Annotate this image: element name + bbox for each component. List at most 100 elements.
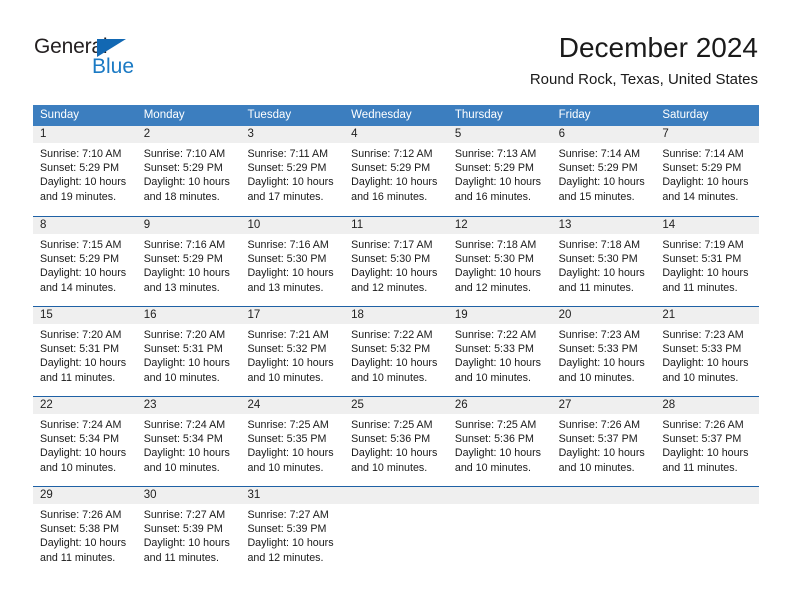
daylight-line-2: and 10 minutes. [662,371,739,384]
day-cell[interactable]: 9 Sunrise: 7:16 AM Sunset: 5:29 PM Daylight… [136,217,241,306]
day-number: 1 [33,126,137,143]
day-cell[interactable]: 12 Sunrise: 7:18 AM Sunset: 5:30 PM Dayligh… [447,217,552,306]
sunset-line: Sunset: 5:29 PM [351,162,431,175]
sunrise-line: Sunrise: 7:10 AM [143,148,226,160]
day-number: 19 [447,307,552,324]
sunset-line: Sunset: 5:29 PM [143,162,223,175]
day-cell[interactable]: 3 Sunrise: 7:11 AM Sunset: 5:29 PM Daylight… [240,126,345,216]
daylight-line-2: and 10 minutes. [351,371,428,384]
day-number: 31 [240,487,345,504]
day-cell[interactable]: 30 Sunrise: 7:27 AM Sunset: 5:39 PM Dayligh… [136,487,241,576]
sunrise-line: Sunrise: 7:23 AM [558,329,640,341]
daylight-line-1: Daylight: 10 hours [558,357,645,370]
sunset-line: Sunset: 5:36 PM [351,433,431,446]
day-cell[interactable]: 29 Sunrise: 7:26 AM Sunset: 5:38 PM Dayligh… [33,487,137,576]
daylight-line-2: and 12 minutes. [454,281,531,294]
sunrise-line: Sunrise: 7:18 AM [454,239,537,251]
daylight-line-2: and 15 minutes. [558,190,635,203]
day-details: Sunrise: 7:26 AM Sunset: 5:37 PM Daylight:… [655,414,759,475]
day-cell[interactable]: 1 Sunrise: 7:10 AM Sunset: 5:29 PM Daylight… [33,126,137,216]
sunrise-line: Sunrise: 7:14 AM [558,148,640,160]
daylight-line-1: Daylight: 10 hours [143,176,230,189]
weekday-header-row: Sunday Monday Tuesday Wednesday Thursday Frid… [33,105,759,126]
sunset-line: Sunset: 5:29 PM [143,253,223,266]
day-cell[interactable]: 22 Sunrise: 7:24 AM Sunset: 5:34 PM Dayligh… [33,397,137,486]
day-cell[interactable]: 6 Sunrise: 7:14 AM Sunset: 5:29 PM Daylight… [551,126,656,216]
day-details: Sunrise: 7:12 AM Sunset: 5:29 PM Daylight:… [344,143,448,204]
day-number: 23 [136,397,241,414]
day-cell[interactable]: 2 Sunrise: 7:10 AM Sunset: 5:29 PM Daylight… [136,126,241,216]
day-cell[interactable]: 11 Sunrise: 7:17 AM Sunset: 5:30 PM Dayligh… [344,217,448,306]
sunrise-line: Sunrise: 7:12 AM [351,148,433,160]
daylight-line-2: and 11 minutes. [40,371,116,384]
day-cell[interactable]: 19 Sunrise: 7:22 AM Sunset: 5:33 PM Dayligh… [447,307,552,396]
day-cell[interactable]: 24 Sunrise: 7:25 AM Sunset: 5:35 PM Dayligh… [240,397,345,486]
daylight-line-1: Daylight: 10 hours [558,447,645,460]
daylight-line-2: and 11 minutes. [40,551,116,564]
day-number: 15 [33,307,137,324]
day-cell[interactable]: 5 Sunrise: 7:13 AM Sunset: 5:29 PM Daylight… [447,126,552,216]
daylight-line-1: Daylight: 10 hours [351,357,438,370]
day-cell[interactable]: 21 Sunrise: 7:23 AM Sunset: 5:33 PM Dayligh… [655,307,760,396]
day-cell-empty [551,487,656,576]
day-details: Sunrise: 7:10 AM Sunset: 5:29 PM Daylight:… [33,143,137,204]
daylight-line-2: and 10 minutes. [143,461,220,474]
day-details: Sunrise: 7:23 AM Sunset: 5:33 PM Daylight:… [552,324,656,385]
day-cell[interactable]: 14 Sunrise: 7:19 AM Sunset: 5:31 PM Dayligh… [655,217,760,306]
day-details: Sunrise: 7:19 AM Sunset: 5:31 PM Daylight:… [655,234,759,295]
sunset-line: Sunset: 5:33 PM [454,343,534,356]
day-cell[interactable]: 16 Sunrise: 7:20 AM Sunset: 5:31 PM Dayligh… [136,307,241,396]
week-row: 1 Sunrise: 7:10 AM Sunset: 5:29 PM Daylight… [33,126,760,216]
day-cell[interactable]: 4 Sunrise: 7:12 AM Sunset: 5:29 PM Daylight… [344,126,448,216]
calendar-page: General Blue December 2024 Round Rock, T… [0,0,792,612]
weekday-header-monday: Monday [143,109,185,121]
daylight-line-1: Daylight: 10 hours [454,267,542,280]
day-details: Sunrise: 7:25 AM Sunset: 5:35 PM Daylight:… [240,414,344,475]
day-cell[interactable]: 27 Sunrise: 7:26 AM Sunset: 5:37 PM Dayligh… [551,397,656,486]
sunset-line: Sunset: 5:32 PM [351,343,431,356]
day-cell[interactable]: 31 Sunrise: 7:27 AM Sunset: 5:39 PM Dayligh… [240,487,345,576]
sunrise-line: Sunrise: 7:27 AM [143,509,226,521]
page-header: General Blue December 2024 Round Rock, T… [0,0,792,98]
day-cell[interactable]: 18 Sunrise: 7:22 AM Sunset: 5:32 PM Dayligh… [344,307,448,396]
weekday-header-saturday: Saturday [662,109,709,121]
day-cell[interactable]: 13 Sunrise: 7:18 AM Sunset: 5:30 PM Dayligh… [551,217,656,306]
day-cell[interactable]: 20 Sunrise: 7:23 AM Sunset: 5:33 PM Dayligh… [551,307,656,396]
day-cell[interactable]: 7 Sunrise: 7:14 AM Sunset: 5:29 PM Daylight… [655,126,760,216]
daylight-line-1: Daylight: 10 hours [143,447,230,460]
sunset-line: Sunset: 5:37 PM [662,433,742,446]
daylight-line-2: and 11 minutes. [558,281,634,294]
daylight-line-1: Daylight: 10 hours [40,537,127,550]
brand-logo[interactable]: General Blue [34,36,234,86]
daylight-line-2: and 12 minutes. [247,551,324,564]
daylight-line-2: and 12 minutes. [351,281,428,294]
sunrise-line: Sunrise: 7:22 AM [351,329,433,341]
daylight-line-2: and 16 minutes. [454,190,531,203]
day-cell[interactable]: 17 Sunrise: 7:21 AM Sunset: 5:32 PM Dayligh… [240,307,345,396]
sunrise-line: Sunrise: 7:24 AM [40,419,122,431]
sunrise-line: Sunrise: 7:13 AM [454,148,537,160]
daylight-line-1: Daylight: 10 hours [40,267,127,280]
sunrise-line: Sunrise: 7:27 AM [247,509,329,521]
day-cell[interactable]: 23 Sunrise: 7:24 AM Sunset: 5:34 PM Dayligh… [136,397,241,486]
sunrise-line: Sunrise: 7:20 AM [40,329,122,341]
sunset-line: Sunset: 5:31 PM [143,343,223,356]
sunrise-line: Sunrise: 7:26 AM [40,509,122,521]
day-details: Sunrise: 7:25 AM Sunset: 5:36 PM Daylight:… [448,414,552,475]
weekday-header-thursday: Thursday [454,109,503,121]
sunset-line: Sunset: 5:30 PM [351,253,431,266]
sunrise-line: Sunrise: 7:18 AM [558,239,640,251]
day-cell[interactable]: 15 Sunrise: 7:20 AM Sunset: 5:31 PM Dayligh… [33,307,137,396]
daylight-line-2: and 18 minutes. [143,190,220,203]
day-number: 7 [655,126,760,143]
daylight-line-1: Daylight: 10 hours [247,537,334,550]
day-cell[interactable]: 26 Sunrise: 7:25 AM Sunset: 5:36 PM Dayligh… [447,397,552,486]
day-cell[interactable]: 25 Sunrise: 7:25 AM Sunset: 5:36 PM Dayligh… [344,397,448,486]
day-cell[interactable]: 28 Sunrise: 7:26 AM Sunset: 5:37 PM Dayligh… [655,397,760,486]
sunset-line: Sunset: 5:38 PM [40,523,120,536]
day-cell[interactable]: 8 Sunrise: 7:15 AM Sunset: 5:29 PM Daylight… [33,217,137,306]
day-cell[interactable]: 10 Sunrise: 7:16 AM Sunset: 5:30 PM Dayligh… [240,217,345,306]
day-details: Sunrise: 7:20 AM Sunset: 5:31 PM Daylight:… [137,324,241,385]
sunrise-line: Sunrise: 7:25 AM [351,419,433,431]
daylight-line-2: and 11 minutes. [143,551,219,564]
